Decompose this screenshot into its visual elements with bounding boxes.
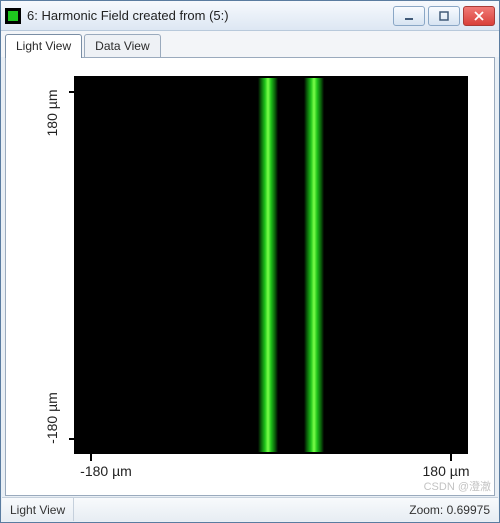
window-title: 6: Harmonic Field created from (5:): [27, 8, 393, 23]
close-button[interactable]: [463, 6, 495, 26]
y-axis-label-bottom: -180 µm: [44, 392, 60, 444]
maximize-icon: [439, 11, 449, 21]
app-window: 6: Harmonic Field created from (5:) Ligh…: [0, 0, 500, 523]
beam-left: [258, 78, 278, 452]
content-pane: 180 µm -180 µm -180 µm 180 µm: [5, 57, 495, 496]
tab-strip: Light View Data View: [1, 31, 499, 57]
beam-right: [304, 78, 324, 452]
y-tick-bottom: [69, 438, 76, 440]
x-axis-label-right: 180 µm: [423, 463, 470, 479]
zoom-label: Zoom:: [409, 503, 443, 517]
minimize-icon: [404, 11, 414, 21]
close-icon: [474, 11, 484, 21]
tab-data-view[interactable]: Data View: [84, 34, 160, 58]
x-tick-left: [90, 454, 92, 461]
minimize-button[interactable]: [393, 6, 425, 26]
window-buttons: [393, 6, 495, 26]
titlebar[interactable]: 6: Harmonic Field created from (5:): [1, 1, 499, 31]
y-axis-label-top: 180 µm: [44, 90, 60, 137]
y-tick-top: [69, 91, 76, 93]
tab-light-view[interactable]: Light View: [5, 34, 82, 58]
plot-area[interactable]: 180 µm -180 µm -180 µm 180 µm: [6, 58, 494, 495]
zoom-value: 0.69975: [447, 503, 490, 517]
status-zoom: Zoom: 0.69975: [401, 503, 498, 517]
x-axis-label-left: -180 µm: [80, 463, 132, 479]
app-icon: [5, 8, 21, 24]
status-view: Light View: [2, 498, 74, 521]
x-tick-right: [450, 454, 452, 461]
field-plot[interactable]: [74, 76, 468, 454]
status-bar: Light View Zoom: 0.69975: [2, 497, 498, 521]
maximize-button[interactable]: [428, 6, 460, 26]
